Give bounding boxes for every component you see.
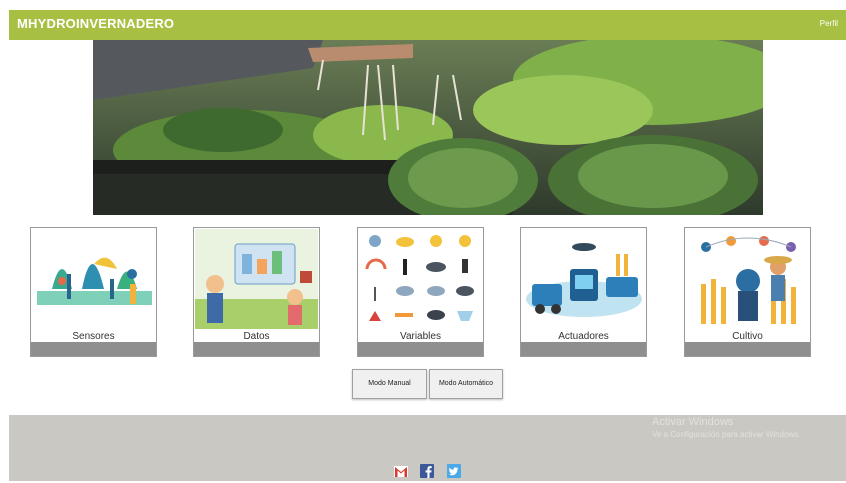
card-bar — [194, 342, 319, 356]
manual-mode-button[interactable]: Modo Manual — [352, 369, 427, 399]
card-sensores[interactable]: Sensores — [30, 227, 157, 357]
card-bar — [685, 342, 810, 356]
windows-activation-watermark: Activar Windows Ve a Configuración para … — [652, 416, 801, 439]
profile-link[interactable]: Perfil — [820, 19, 838, 28]
data-illustration-icon — [195, 229, 318, 329]
card-label: Variables — [400, 331, 441, 342]
card-label: Sensores — [72, 331, 115, 342]
sensors-illustration-icon — [32, 229, 155, 329]
card-datos[interactable]: Datos — [193, 227, 320, 357]
card-actuadores[interactable]: Actuadores — [520, 227, 647, 357]
watermark-title: Activar Windows — [652, 416, 734, 428]
card-label: Datos — [243, 331, 270, 342]
card-bar — [358, 342, 483, 356]
card-label: Cultivo — [732, 331, 763, 342]
automatic-mode-button[interactable]: Modo Automático — [429, 369, 503, 399]
actuators-illustration-icon — [522, 229, 645, 329]
gmail-icon[interactable] — [394, 464, 408, 478]
card-bar — [521, 342, 646, 356]
card-bar — [31, 342, 156, 356]
weather-variables-illustration-icon — [359, 229, 482, 329]
card-label: Actuadores — [558, 331, 609, 342]
card-cultivo[interactable]: Cultivo — [684, 227, 811, 357]
card-variables[interactable]: Variables — [357, 227, 484, 357]
twitter-icon[interactable] — [447, 464, 461, 478]
watermark-subtitle: Ve a Configuración para activar Windows. — [652, 430, 801, 439]
crop-illustration-icon — [686, 229, 809, 329]
hero-image — [93, 40, 763, 215]
brand-title[interactable]: MHYDROINVERNADERO — [17, 16, 174, 31]
facebook-icon[interactable] — [420, 464, 434, 478]
top-navbar: MHYDROINVERNADERO Perfil — [9, 10, 846, 40]
